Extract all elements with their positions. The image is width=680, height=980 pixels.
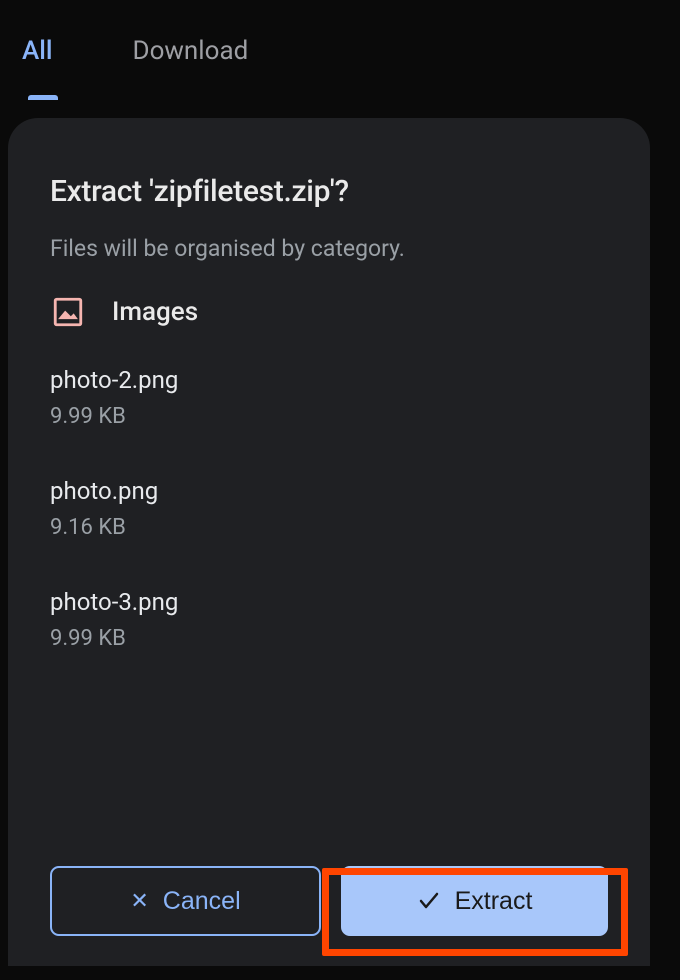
cancel-button[interactable]: ✕ Cancel bbox=[50, 866, 321, 936]
category-label: Images bbox=[112, 297, 198, 327]
check-icon bbox=[417, 889, 441, 913]
file-name: photo-3.png bbox=[50, 588, 608, 616]
image-icon bbox=[50, 294, 86, 330]
close-icon: ✕ bbox=[130, 890, 148, 912]
dialog-subtitle: Files will be organised by category. bbox=[50, 235, 608, 262]
tab-bar: All Download bbox=[0, 0, 680, 100]
tab-all[interactable]: All bbox=[22, 36, 53, 80]
extract-button[interactable]: Extract bbox=[341, 866, 608, 936]
file-size: 9.99 KB bbox=[50, 404, 608, 429]
file-size: 9.16 KB bbox=[50, 515, 608, 540]
list-item: photo-2.png 9.99 KB bbox=[50, 366, 608, 429]
file-name: photo-2.png bbox=[50, 366, 608, 394]
extract-button-label: Extract bbox=[455, 887, 533, 916]
dialog-title: Extract 'zipfiletest.zip'? bbox=[50, 174, 608, 209]
file-size: 9.99 KB bbox=[50, 626, 608, 651]
list-item: photo.png 9.16 KB bbox=[50, 477, 608, 540]
list-item: photo-3.png 9.99 KB bbox=[50, 588, 608, 651]
file-name: photo.png bbox=[50, 477, 608, 505]
category-row: Images bbox=[50, 294, 608, 330]
cancel-button-label: Cancel bbox=[163, 887, 241, 916]
file-list: photo-2.png 9.99 KB photo.png 9.16 KB ph… bbox=[50, 366, 608, 651]
tab-download[interactable]: Download bbox=[133, 36, 249, 80]
dialog-button-row: ✕ Cancel Extract bbox=[50, 836, 608, 936]
extract-dialog: Extract 'zipfiletest.zip'? Files will be… bbox=[8, 118, 650, 966]
